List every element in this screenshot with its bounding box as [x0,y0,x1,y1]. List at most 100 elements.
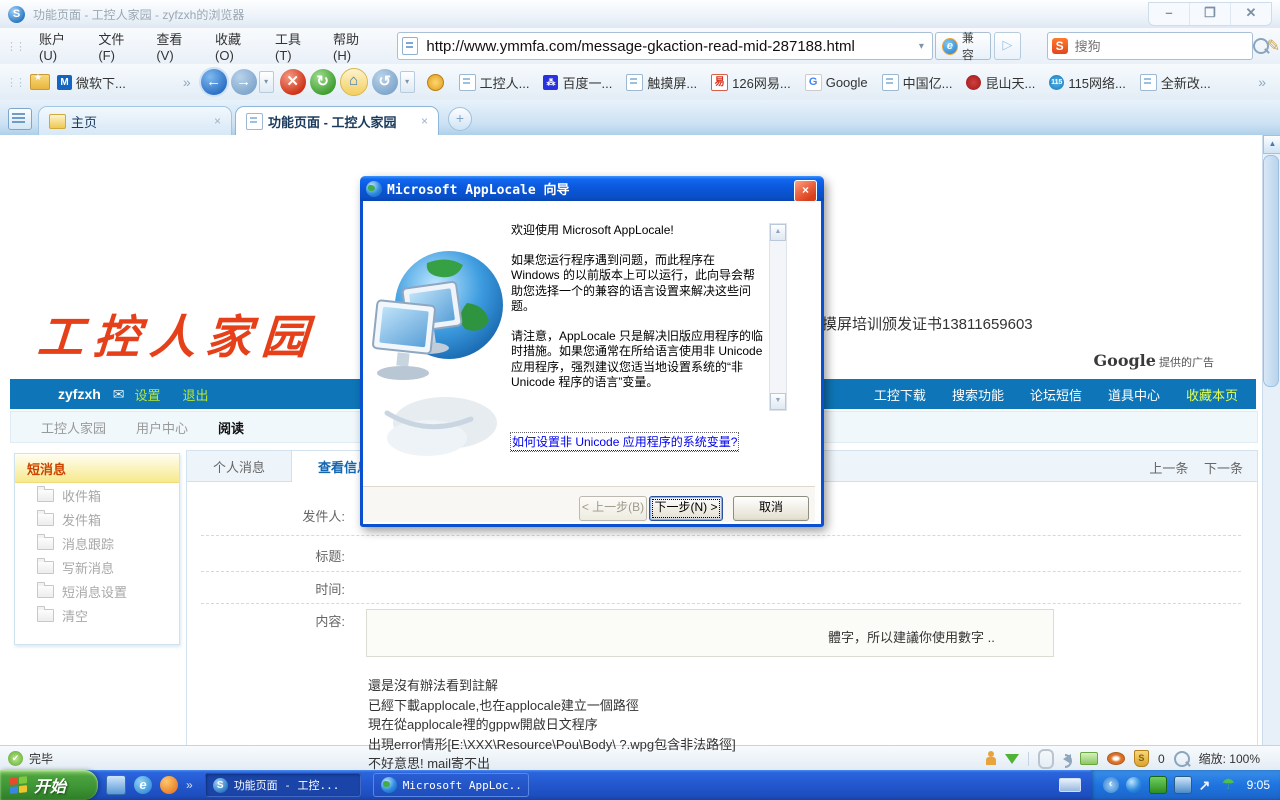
sidebar-item-outbox[interactable]: 发件箱 [15,507,179,531]
new-tab-button[interactable]: + [448,107,472,131]
prev-link[interactable]: 上一条 [1149,461,1188,476]
download-link[interactable]: 工控下载 [874,385,926,404]
task-browser[interactable]: S 功能页面 - 工控... [205,773,361,797]
history-dropdown-icon[interactable]: ▾ [259,71,274,93]
tab-close-icon[interactable]: × [214,114,221,128]
menu-favorites[interactable]: 收藏(O) [206,29,266,63]
overflow-chevron-icon[interactable]: » [183,74,191,90]
quicklaunch-chevron-icon[interactable]: » [186,778,193,792]
bookmark-quanxin[interactable]: 全新改... [1140,73,1211,92]
bookmark-115[interactable]: 115 115网络... [1049,73,1126,92]
minimize-button[interactable]: – [1149,3,1189,25]
task-applocale[interactable]: Microsoft AppLoc... [373,773,529,797]
dialog-titlebar[interactable]: Microsoft AppLocale 向导 [360,176,824,201]
crumb-home[interactable]: 工控人家园 [41,418,106,437]
quicklaunch-desktop-icon[interactable] [106,775,126,795]
speaker-icon[interactable] [1063,754,1071,764]
tray-umbrella-icon[interactable]: ☂ [1222,777,1238,793]
unicode-help-link[interactable]: 如何设置非 Unicode 应用程序的系统变量? [511,433,738,451]
compat-button[interactable]: e 兼容 [935,32,991,60]
quicklaunch-ie-icon[interactable]: e [134,776,152,794]
search-box[interactable]: S [1047,32,1253,60]
undo-dropdown-icon[interactable]: ▾ [400,71,415,93]
person-icon[interactable] [986,751,996,766]
bookmark-baidu[interactable]: ⁂ 百度一... [543,73,612,92]
bookmark-google[interactable]: G Google [805,74,868,91]
bookmark-touchscreen[interactable]: 触摸屏... [626,73,697,92]
tray-collapse-icon[interactable]: ‹ [1103,777,1119,793]
menu-file[interactable]: 文件(F) [89,29,147,63]
tray-globe-icon[interactable] [1126,777,1142,793]
props-link[interactable]: 道具中心 [1108,385,1160,404]
scrollbar-thumb[interactable] [1263,155,1279,387]
zoom-icon[interactable] [1174,751,1190,767]
tab-home[interactable]: 主页 × [38,106,232,135]
fav-page-link[interactable]: 收藏本页 [1186,385,1238,404]
bookmark-gongkong[interactable]: 工控人... [459,73,530,92]
tray-clock[interactable]: 9:05 [1247,778,1270,792]
search-icon[interactable] [1253,38,1269,54]
back-button[interactable]: ← [201,69,227,95]
tray-monitor-icon[interactable] [1174,776,1192,794]
quicklaunch-browser-icon[interactable] [160,776,178,794]
envelope-icon[interactable]: ✉ [113,386,125,403]
settings-link[interactable]: 设置 [135,385,161,404]
url-input[interactable] [424,37,915,56]
sidebar-item-track[interactable]: 消息跟踪 [15,531,179,555]
favorites-folder-icon[interactable] [30,74,50,90]
reader-icon[interactable] [1080,752,1098,765]
next-step-button[interactable]: 下一步(N) > [649,496,723,521]
menu-account[interactable]: 账户(U) [30,29,89,63]
scroll-down-icon[interactable]: ▼ [770,393,786,410]
menu-view[interactable]: 查看(V) [147,29,206,63]
sidebar-item-clear[interactable]: 清空 [15,603,179,627]
search-input[interactable] [1073,38,1253,55]
cancel-dialog-button[interactable]: 取消 [733,496,809,521]
tab-active-page[interactable]: 功能页面 - 工控人家园 × [235,106,439,135]
search-func-link[interactable]: 搜索功能 [952,385,1004,404]
stop-button[interactable]: ✕ [280,69,306,95]
tray-upload-icon[interactable]: ↗ [1199,777,1215,793]
forward-button[interactable]: → [231,69,257,95]
zoom-level[interactable]: 缩放: 100% [1199,750,1260,767]
window-title: 功能页面 - 工控人家园 - zyfzxh的浏览器 [33,6,244,23]
close-button[interactable]: ✕ [1230,3,1271,25]
scroll-up-icon[interactable]: ▲ [1263,135,1280,154]
window-titlebar: S 功能页面 - 工控人家园 - zyfzxh的浏览器 – ❐ ✕ [0,0,1280,29]
tab-close-icon[interactable]: × [421,114,428,128]
forum-msg-link[interactable]: 论坛短信 [1030,385,1082,404]
eye-protect-icon[interactable] [1107,752,1125,765]
bookmark-126[interactable]: 易 126网易... [711,73,791,92]
go-button[interactable]: ▷ [994,32,1020,60]
bookmark-zhongguoyi[interactable]: 中国亿... [882,73,953,92]
undo-close-button[interactable]: ↺ [372,69,398,95]
pinned-bookmark[interactable]: M 微软下... [57,73,126,92]
tab-personal-message[interactable]: 个人消息 [187,451,291,481]
sidebar-item-inbox[interactable]: 收件箱 [15,483,179,507]
sidebar-item-compose[interactable]: 写新消息 [15,555,179,579]
scroll-up-icon[interactable]: ▲ [770,224,786,241]
restore-button[interactable]: ❐ [1189,3,1230,25]
mouse-gesture-icon[interactable] [1038,749,1054,769]
menu-tools[interactable]: 工具(T) [266,29,324,63]
logout-link[interactable]: 退出 [183,385,209,404]
bookmarks-overflow-icon[interactable]: » [1258,74,1266,90]
address-bar[interactable]: ▾ [397,32,933,60]
menu-help[interactable]: 帮助(H) [324,29,383,63]
url-dropdown-icon[interactable]: ▾ [915,41,928,52]
tray-network-icon[interactable] [1149,776,1167,794]
keyboard-icon[interactable] [1059,778,1081,792]
refresh-button[interactable]: ↻ [310,69,336,95]
dialog-scrollbar[interactable]: ▲ ▼ [769,223,787,411]
shield-icon[interactable]: S [1134,750,1149,767]
crumb-usercenter[interactable]: 用户中心 [136,418,188,437]
tab-list-icon[interactable] [8,108,32,130]
home-button[interactable]: ⌂ [340,68,368,96]
next-link[interactable]: 下一条 [1204,461,1243,476]
sidebar-item-settings[interactable]: 短消息设置 [15,579,179,603]
download-arrow-icon[interactable] [1005,754,1019,764]
bookmark-kunshan[interactable]: 昆山天... [966,73,1035,92]
start-button[interactable]: 开始 [0,770,98,800]
coin-icon[interactable] [427,74,444,91]
dialog-close-button[interactable]: × [794,180,817,202]
